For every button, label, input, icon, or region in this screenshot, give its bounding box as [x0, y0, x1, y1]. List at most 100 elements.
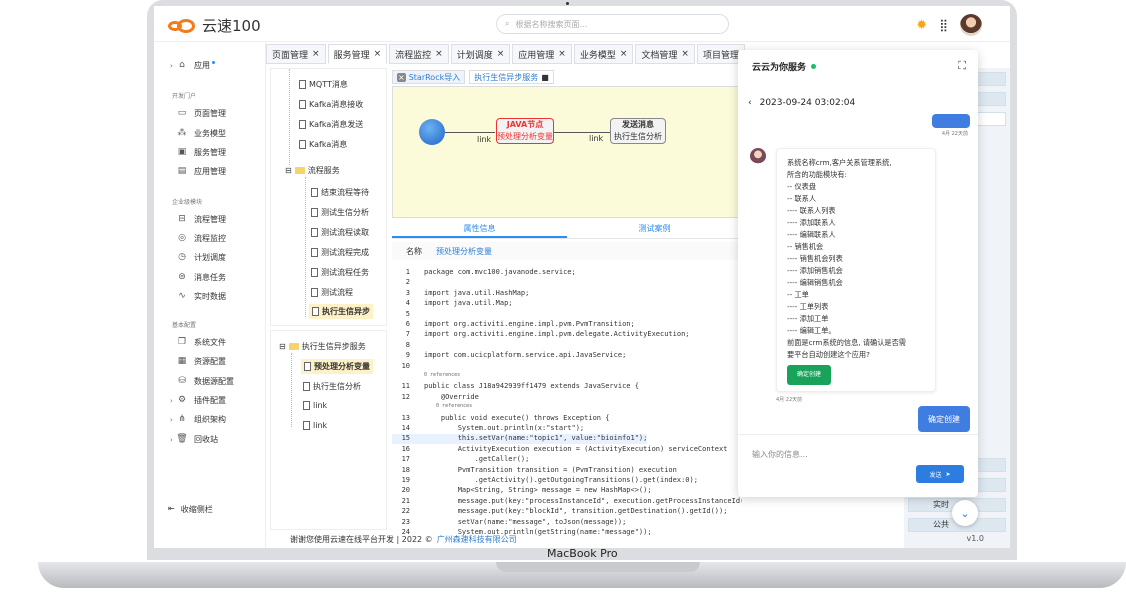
close-icon[interactable]: ×: [312, 49, 320, 59]
close-icon[interactable]: ×: [397, 72, 406, 82]
code-line[interactable]: 10: [392, 362, 424, 372]
message-node[interactable]: 发送消息 执行生信分析: [610, 118, 666, 144]
sidebar-item-datasource[interactable]: ⛁ 数据源配置: [176, 374, 234, 388]
back-chevron-icon[interactable]: ‹: [748, 98, 752, 108]
scroll-down-button[interactable]: ⌄: [952, 500, 978, 526]
sidebar-item-message[interactable]: ⊜ 消息任务: [176, 270, 226, 284]
close-icon[interactable]: ×: [435, 49, 443, 59]
sidebar-item-plugin[interactable]: ⚙ 插件配置: [176, 393, 226, 407]
code-line[interactable]: 0 references: [392, 372, 460, 382]
tree-item[interactable]: MQTT消息: [299, 79, 348, 90]
tree-item[interactable]: 测试流程完成: [311, 247, 369, 258]
sidebar-item-files[interactable]: ❐ 系统文件: [176, 335, 226, 349]
code-line[interactable]: 9 import com.ucicplatform.service.api.Jav…: [392, 351, 627, 361]
tree-item[interactable]: Kafka消息: [299, 139, 347, 150]
line-number: 10: [401, 361, 410, 370]
code-line[interactable]: 15 this.setVar(name:"topic1", value:"bio…: [392, 434, 648, 445]
logo[interactable]: 云速100: [168, 15, 261, 36]
code-line[interactable]: 5: [392, 310, 424, 320]
sidebar-item-app[interactable]: ⌂ 应用: [176, 58, 215, 72]
code-line[interactable]: 3 import java.util.HashMap;: [392, 289, 530, 299]
code-line[interactable]: 14 System.out.println(x:"start");: [392, 424, 585, 434]
tree-item[interactable]: 结束流程等待: [311, 187, 369, 198]
code-editor[interactable]: 1 package com.mvc100.javanode.service; 2 3 i…: [392, 264, 742, 540]
name-value[interactable]: 预处理分析变量: [436, 246, 492, 257]
code-line[interactable]: 21 message.put(key:"processInstanceId", …: [392, 497, 742, 507]
close-icon[interactable]: ×: [374, 49, 382, 59]
sidebar-item-process[interactable]: ⊟ 流程管理: [176, 212, 226, 226]
code-line[interactable]: 17 .getCaller();: [392, 455, 530, 465]
code-line[interactable]: 13 public void execute() throws Exceptio…: [392, 414, 610, 424]
theme-sun-icon[interactable]: ✹: [916, 18, 927, 33]
code-line[interactable]: 6 import org.activiti.engine.impl.pvm.Pvm…: [392, 320, 635, 330]
company-link[interactable]: 广州森速科技有限公司: [437, 534, 517, 545]
avatar[interactable]: [960, 14, 982, 36]
chat-input-area[interactable]: 输入你的信息... 发送 ➤: [738, 434, 978, 497]
code-line[interactable]: 7 import org.activiti.engine.impl.pvm.del…: [392, 330, 690, 340]
tree-item[interactable]: 测试流程: [311, 287, 353, 298]
code-line[interactable]: 8: [392, 341, 424, 351]
send-button[interactable]: 发送 ➤: [916, 465, 964, 483]
tree-item[interactable]: 测试流程任务: [311, 267, 369, 278]
grid-menu-icon[interactable]: ⣿: [939, 18, 948, 32]
collapse-toggle-icon[interactable]: ⊟: [285, 166, 292, 175]
code-line[interactable]: 23 setVar(name:"message", toJson(message…: [392, 518, 627, 528]
tree-item[interactable]: Kafka消息发送: [299, 119, 363, 130]
code-line[interactable]: 0 references: [392, 403, 472, 413]
code-line[interactable]: 1 package com.mvc100.javanode.service;: [392, 268, 576, 278]
code-line[interactable]: 19 .getActivity().getOutgoingTransitions…: [392, 476, 698, 486]
tab-appmgr[interactable]: 应用管理 ×: [512, 44, 572, 64]
tab-monitor[interactable]: 流程监控 ×: [389, 44, 449, 64]
collapse-toggle-icon[interactable]: ⊟: [279, 342, 286, 351]
collapse-sidebar-button[interactable]: ⇤ 收缩侧栏: [168, 504, 213, 515]
sidebar-item-trash[interactable]: 🗑 回收站: [176, 432, 218, 446]
close-icon[interactable]: ×: [681, 49, 689, 59]
close-icon[interactable]: ×: [558, 49, 566, 59]
code-line[interactable]: 20 Map<String, String> message = new Has…: [392, 486, 652, 496]
tab-test-cases[interactable]: 测试案例: [567, 219, 742, 238]
search-input[interactable]: ⌕ 根据名称搜索页面...: [496, 14, 729, 34]
close-icon[interactable]: ×: [497, 49, 505, 59]
sidebar-item-service[interactable]: ▣ 服务管理: [176, 145, 226, 159]
java-node[interactable]: JAVA节点 预处理分析变量: [496, 118, 554, 144]
flow-canvas[interactable]: link JAVA节点 预处理分析变量 link 发送消息 执行生信分析: [392, 86, 742, 218]
start-node[interactable]: [419, 119, 445, 145]
tab-service[interactable]: 服务管理 ×: [327, 44, 388, 64]
code-line[interactable]: 22 message.put(key:"blockId", transition…: [392, 507, 728, 517]
camera: [566, 2, 569, 5]
sidebar-item-org[interactable]: ⋔ 组织架构: [176, 412, 226, 426]
tab-model[interactable]: 业务模型 ×: [573, 44, 634, 64]
code-line[interactable]: 12 @Override: [392, 393, 479, 403]
tree-item[interactable]: 执行生信分析: [303, 381, 361, 392]
tree-item[interactable]: 测试流程读取: [311, 227, 369, 238]
editor-tab-starrock[interactable]: × StarRock导入: [392, 70, 466, 84]
tree-folder[interactable]: ⊟ 执行生信异步服务: [279, 341, 366, 352]
tree-item[interactable]: Kafka消息接收: [299, 99, 363, 110]
tree-item[interactable]: link: [303, 401, 327, 410]
close-icon[interactable]: ×: [620, 49, 628, 59]
confirm-create-button[interactable]: 确定创建: [787, 365, 832, 385]
sidebar-item-resource[interactable]: ▦ 资源配置: [176, 354, 226, 368]
sidebar-item-model[interactable]: ⁂ 业务模型: [176, 126, 227, 140]
tree-item-selected[interactable]: 执行生信异步: [309, 304, 373, 319]
sidebar-item-page[interactable]: ▭ 页面管理: [176, 106, 226, 120]
tab-page[interactable]: 页面管理 ×: [266, 44, 326, 64]
sidebar-item-appmgr[interactable]: ▤ 应用管理: [176, 164, 226, 178]
expand-icon[interactable]: ⛶: [958, 59, 966, 73]
sidebar-item-schedule[interactable]: ◷ 计划调度: [176, 250, 226, 264]
tab-schedule[interactable]: 计划调度 ×: [450, 44, 511, 64]
editor-tab-flow[interactable]: 执行生信异步服务 ■: [469, 70, 554, 84]
tree-item-selected[interactable]: 预处理分析变量: [301, 359, 373, 374]
code-line[interactable]: 4 import java.util.Map;: [392, 299, 513, 309]
sidebar-item-realtime[interactable]: ∿ 实时数据: [176, 289, 226, 303]
code-line[interactable]: 16 ActivityExecution execution = (Activi…: [392, 445, 728, 455]
tree-folder[interactable]: ⊟ 流程服务: [285, 165, 340, 176]
code-line[interactable]: 11 public class J18a942939ff1479 extends …: [392, 382, 639, 392]
tree-item[interactable]: link: [303, 421, 327, 430]
code-line[interactable]: 2: [392, 278, 424, 288]
sidebar-item-monitor[interactable]: ◎ 流程监控: [176, 231, 226, 245]
tab-docs[interactable]: 文档管理 ×: [635, 44, 695, 64]
code-line[interactable]: 18 PvmTransition transition = (PvmTransi…: [392, 466, 677, 476]
tab-properties[interactable]: 属性信息: [392, 219, 567, 238]
tree-item[interactable]: 测试生信分析: [311, 207, 369, 218]
